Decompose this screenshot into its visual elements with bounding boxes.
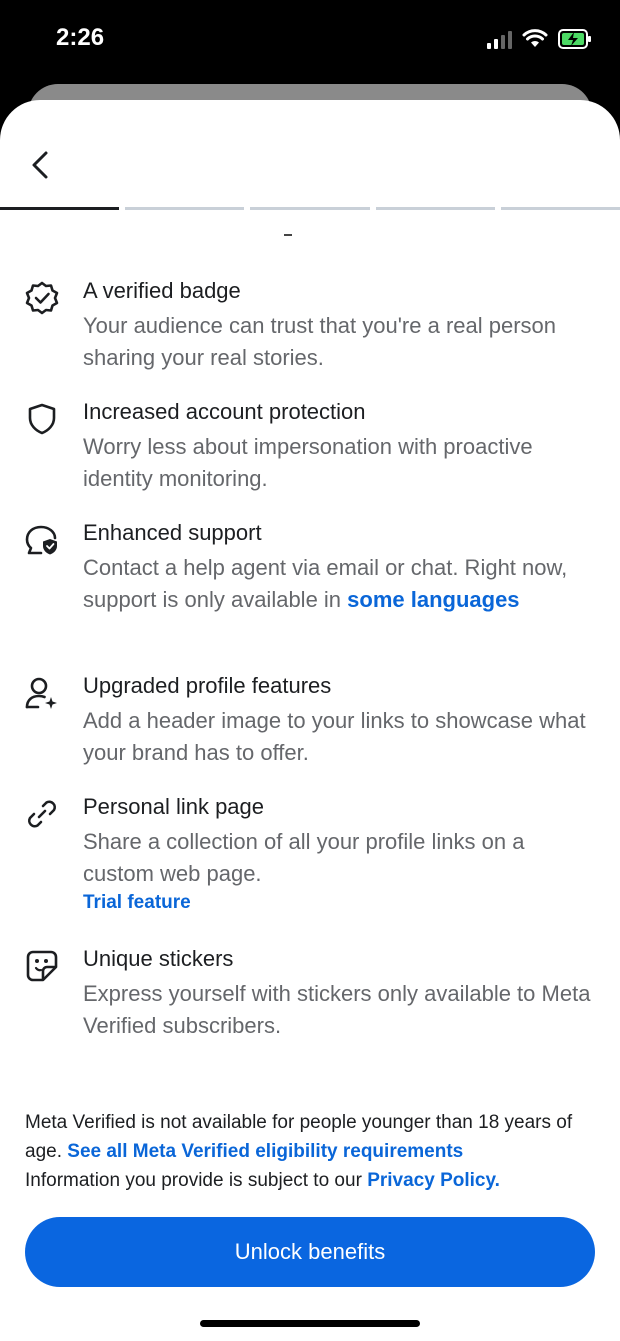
status-time: 2:26 <box>56 24 105 51</box>
progress-segment <box>0 207 120 210</box>
privacy-text: Information you provide is subject to ou… <box>25 1170 368 1191</box>
benefit-description: Worry less about impersonation with proa… <box>83 434 533 491</box>
profile-sparkle-icon <box>24 675 60 711</box>
back-button[interactable] <box>24 148 56 182</box>
progress-segment <box>375 207 495 210</box>
benefit-description: Your audience can trust that you're a re… <box>83 313 557 370</box>
wifi-icon <box>522 29 548 47</box>
scroll-hint <box>284 234 292 236</box>
benefit-title: Personal link page <box>83 794 265 819</box>
privacy-policy-link[interactable]: Privacy Policy. <box>367 1170 500 1191</box>
status-bar: 2:26 <box>0 0 620 84</box>
benefit-description: Express yourself with stickers only avai… <box>83 981 591 1038</box>
benefit-title: Increased account protection <box>83 399 366 424</box>
some-languages-link[interactable]: some languages <box>347 587 519 612</box>
shield-icon <box>24 401 60 437</box>
benefit-description: Share a collection of all your profile l… <box>83 829 525 886</box>
home-indicator <box>200 1320 420 1327</box>
unlock-benefits-button[interactable]: Unlock benefits <box>25 1217 595 1287</box>
link-icon <box>24 796 60 832</box>
status-icons <box>487 26 592 52</box>
benefit-title: Upgraded profile features <box>83 673 332 698</box>
cellular-signal-icon <box>487 29 512 49</box>
eligibility-notice: Meta Verified is not available for peopl… <box>25 1108 605 1195</box>
benefit-description: Contact a help agent via email or chat. … <box>83 552 598 616</box>
benefit-title: Unique stickers <box>83 946 234 971</box>
progress-segment <box>500 207 620 210</box>
verified-badge-icon <box>24 280 60 316</box>
progress-segment <box>250 207 370 210</box>
progress-segment <box>125 207 245 210</box>
benefit-description: Add a header image to your links to show… <box>83 708 586 765</box>
battery-charging-icon <box>558 29 591 49</box>
support-chat-icon <box>24 522 60 558</box>
chevron-left-icon <box>32 151 48 179</box>
benefit-title: Enhanced support <box>83 520 262 545</box>
eligibility-requirements-link[interactable]: See all Meta Verified eligibility requir… <box>67 1141 463 1162</box>
trial-feature-link[interactable]: Trial feature <box>83 892 191 914</box>
benefit-title: A verified badge <box>83 278 241 303</box>
sticker-icon <box>24 948 60 984</box>
step-progress <box>0 207 620 211</box>
benefits-sheet: A verified badge Your audience can trust… <box>0 100 620 1341</box>
